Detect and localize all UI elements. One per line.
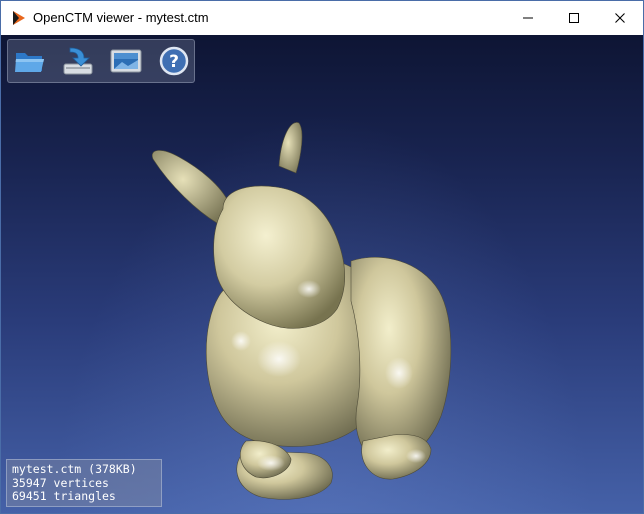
- file-info-text: mytest.ctm (378KB): [12, 462, 137, 476]
- help-button[interactable]: ?: [156, 44, 192, 78]
- 3d-viewport[interactable]: ? mytest.ctm (378KB) 35947 vertices 6945…: [1, 35, 643, 513]
- minimize-button[interactable]: [505, 1, 551, 35]
- app-logo-icon: [13, 11, 25, 25]
- triangle-count-text: 69451 triangles: [12, 489, 116, 503]
- close-icon: [615, 13, 625, 23]
- maximize-icon: [569, 13, 579, 23]
- save-download-icon: [63, 47, 93, 75]
- help-icon: ?: [159, 46, 189, 76]
- model-info-panel: mytest.ctm (378KB) 35947 vertices 69451 …: [6, 459, 162, 507]
- title-bar[interactable]: OpenCTM viewer - mytest.ctm: [1, 1, 643, 35]
- open-file-button[interactable]: [12, 44, 48, 78]
- screenshot-button[interactable]: [108, 44, 144, 78]
- app-window: OpenCTM viewer - mytest.ctm ? mytest.ctm…: [0, 0, 644, 514]
- vertex-count-text: 35947 vertices: [12, 475, 109, 490]
- close-button[interactable]: [597, 1, 643, 35]
- toolbar: ?: [7, 39, 195, 83]
- save-file-button[interactable]: [60, 44, 96, 78]
- minimize-icon: [523, 17, 533, 19]
- window-title: OpenCTM viewer - mytest.ctm: [33, 10, 209, 25]
- help-glyph: ?: [169, 52, 179, 72]
- folder-open-icon: [15, 53, 44, 72]
- bunny-model[interactable]: [131, 111, 471, 501]
- maximize-button[interactable]: [551, 1, 597, 35]
- picture-icon: [110, 49, 142, 73]
